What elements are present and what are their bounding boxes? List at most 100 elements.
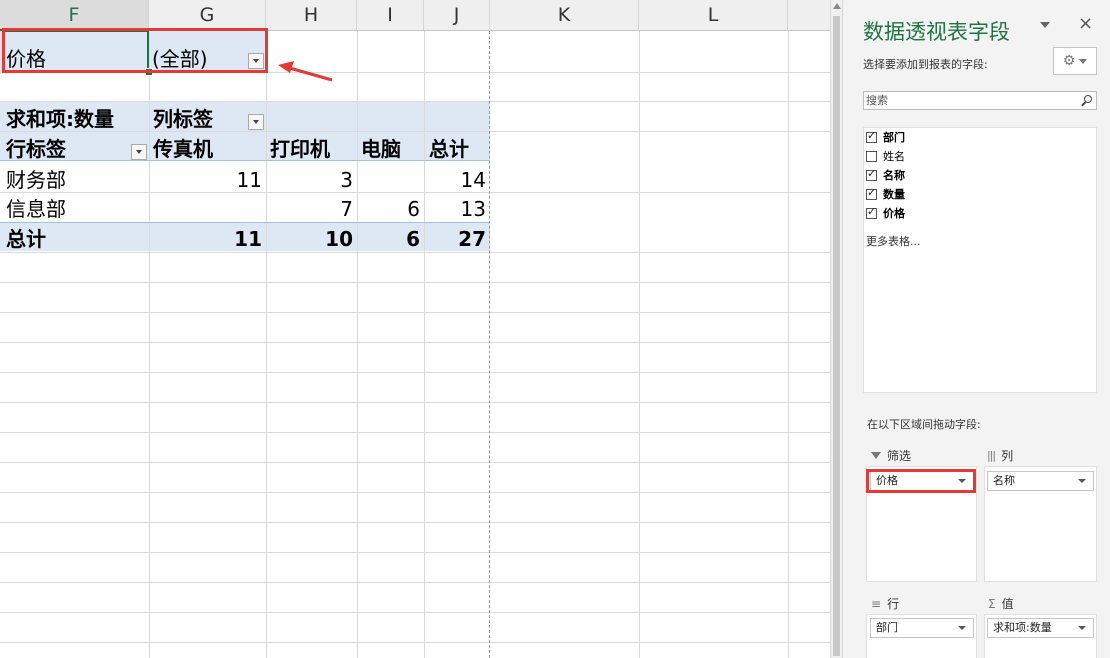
gridline <box>0 522 830 523</box>
values-area-title: 值 <box>1001 597 1014 611</box>
columns-icon: ||| <box>987 449 996 462</box>
field-label: 部门 <box>883 131 905 144</box>
annotation-arrow-icon <box>278 61 333 82</box>
filter-area-header: 筛选 <box>871 447 911 464</box>
column-header-i[interactable]: I <box>357 0 424 31</box>
gridline <box>0 642 830 643</box>
grand-total-label[interactable]: 总计 <box>6 225 46 253</box>
columns-area-title: 列 <box>1001 449 1014 463</box>
col-label-dropdown-button[interactable] <box>248 114 264 130</box>
grand-total-cell[interactable]: 11 <box>149 225 262 253</box>
row-item-it[interactable]: 信息部 <box>6 195 66 223</box>
field-search-input[interactable]: 搜索 <box>863 91 1097 110</box>
rows-area-header: ≡ 行 <box>871 595 899 612</box>
search-placeholder: 搜索 <box>866 94 888 107</box>
chevron-down-icon <box>1079 58 1088 64</box>
field-item-name[interactable]: 姓名 <box>866 148 905 164</box>
rows-area-item[interactable]: 部门 <box>870 618 974 638</box>
gridline <box>639 31 640 658</box>
sigma-icon: Σ <box>988 596 996 611</box>
field-label: 数量 <box>883 188 905 201</box>
pivot-cell[interactable] <box>357 166 420 194</box>
pivot-header-divider <box>0 160 490 161</box>
spreadsheet-grid[interactable]: F G H I J K L 价格 (全部) 求和项:数量 列标签 行标签 传真机… <box>0 0 830 658</box>
column-header-h[interactable]: H <box>266 0 357 31</box>
grand-total-cell[interactable]: 6 <box>357 225 420 253</box>
gridline <box>0 342 830 343</box>
column-letter: F <box>68 3 80 26</box>
pivot-cell[interactable] <box>149 195 262 223</box>
col-item-computer[interactable]: 电脑 <box>361 135 401 163</box>
checkbox-unchecked[interactable] <box>866 150 877 162</box>
gridline <box>266 31 267 658</box>
column-letter: L <box>707 4 719 26</box>
panel-menu-chevron-down-icon[interactable] <box>1040 22 1050 28</box>
column-header-f[interactable]: F <box>0 0 149 31</box>
tools-button[interactable]: ⚙ <box>1053 47 1097 75</box>
gridline <box>788 31 789 658</box>
column-header-j[interactable]: J <box>424 0 490 31</box>
more-tables-link[interactable]: 更多表格... <box>866 233 921 249</box>
checkbox-checked[interactable] <box>866 186 877 200</box>
checkbox-checked[interactable] <box>866 129 877 143</box>
pivot-cell[interactable]: 6 <box>357 195 420 223</box>
filter-area-title: 筛选 <box>887 449 912 463</box>
column-header-l[interactable]: L <box>639 0 788 31</box>
pivot-cell[interactable]: 11 <box>149 166 262 194</box>
gridline <box>357 31 358 658</box>
pivot-cell[interactable]: 14 <box>424 166 486 194</box>
grand-total-cell[interactable]: 10 <box>266 225 353 253</box>
values-area-item[interactable]: 求和项:数量 <box>987 618 1094 638</box>
field-item-product[interactable]: 名称 <box>866 167 905 183</box>
column-letter: I <box>387 4 393 26</box>
column-header-m[interactable] <box>788 0 830 31</box>
field-list: 部门 姓名 名称 数量 价格 更多表格... <box>863 127 1097 393</box>
checkbox-checked[interactable] <box>866 167 877 181</box>
gridline <box>0 312 830 313</box>
filter-icon <box>871 452 881 459</box>
pivot-field-panel: 数据透视表字段 × 选择要添加到报表的字段: ⚙ 搜索 部门 姓名 名称 数量 … <box>842 0 1110 658</box>
field-item-price[interactable]: 价格 <box>866 205 905 221</box>
pivot-cell[interactable]: 3 <box>266 166 353 194</box>
field-item-dept[interactable]: 部门 <box>866 129 905 145</box>
rows-icon: ≡ <box>871 596 882 611</box>
row-label-dropdown-button[interactable] <box>131 144 147 160</box>
column-letter: J <box>453 4 460 26</box>
gridline <box>0 131 830 132</box>
field-label: 姓名 <box>883 150 905 163</box>
gridline <box>0 372 830 373</box>
gridline <box>0 462 830 463</box>
column-letter: K <box>557 4 571 26</box>
grand-total-cell[interactable]: 27 <box>424 225 486 253</box>
field-label: 名称 <box>883 169 905 182</box>
col-item-printer[interactable]: 打印机 <box>270 135 330 163</box>
checkbox-checked[interactable] <box>866 205 877 219</box>
pivot-row-label[interactable]: 行标签 <box>6 135 66 163</box>
row-item-finance[interactable]: 财务部 <box>6 166 66 194</box>
scroll-up-icon[interactable] <box>833 3 841 9</box>
panel-title: 数据透视表字段 <box>863 20 1010 44</box>
column-header-g[interactable]: G <box>149 0 266 31</box>
rows-area-title: 行 <box>887 597 900 611</box>
gridline <box>0 432 830 433</box>
pivot-cell[interactable]: 7 <box>266 195 353 223</box>
field-item-quantity[interactable]: 数量 <box>866 186 905 202</box>
column-header-k[interactable]: K <box>490 0 639 31</box>
pivot-col-label[interactable]: 列标签 <box>153 105 213 133</box>
field-label: 价格 <box>883 207 905 220</box>
close-icon[interactable]: × <box>1078 13 1093 34</box>
vertical-scrollbar[interactable] <box>830 0 842 658</box>
columns-area-header: ||| 列 <box>987 447 1013 464</box>
drag-areas-hint: 在以下区域间拖动字段: <box>867 418 981 431</box>
pivot-value-header[interactable]: 求和项:数量 <box>6 105 114 133</box>
scroll-thumb[interactable] <box>833 16 840 656</box>
gridline <box>0 552 830 553</box>
columns-area-item[interactable]: 名称 <box>987 471 1094 491</box>
gridline <box>0 282 830 283</box>
col-item-total[interactable]: 总计 <box>429 135 469 163</box>
pivot-cell[interactable]: 13 <box>424 195 486 223</box>
gridline <box>0 492 830 493</box>
col-item-fax[interactable]: 传真机 <box>153 135 213 163</box>
annotation-box <box>2 28 268 73</box>
annotation-box <box>866 469 976 493</box>
